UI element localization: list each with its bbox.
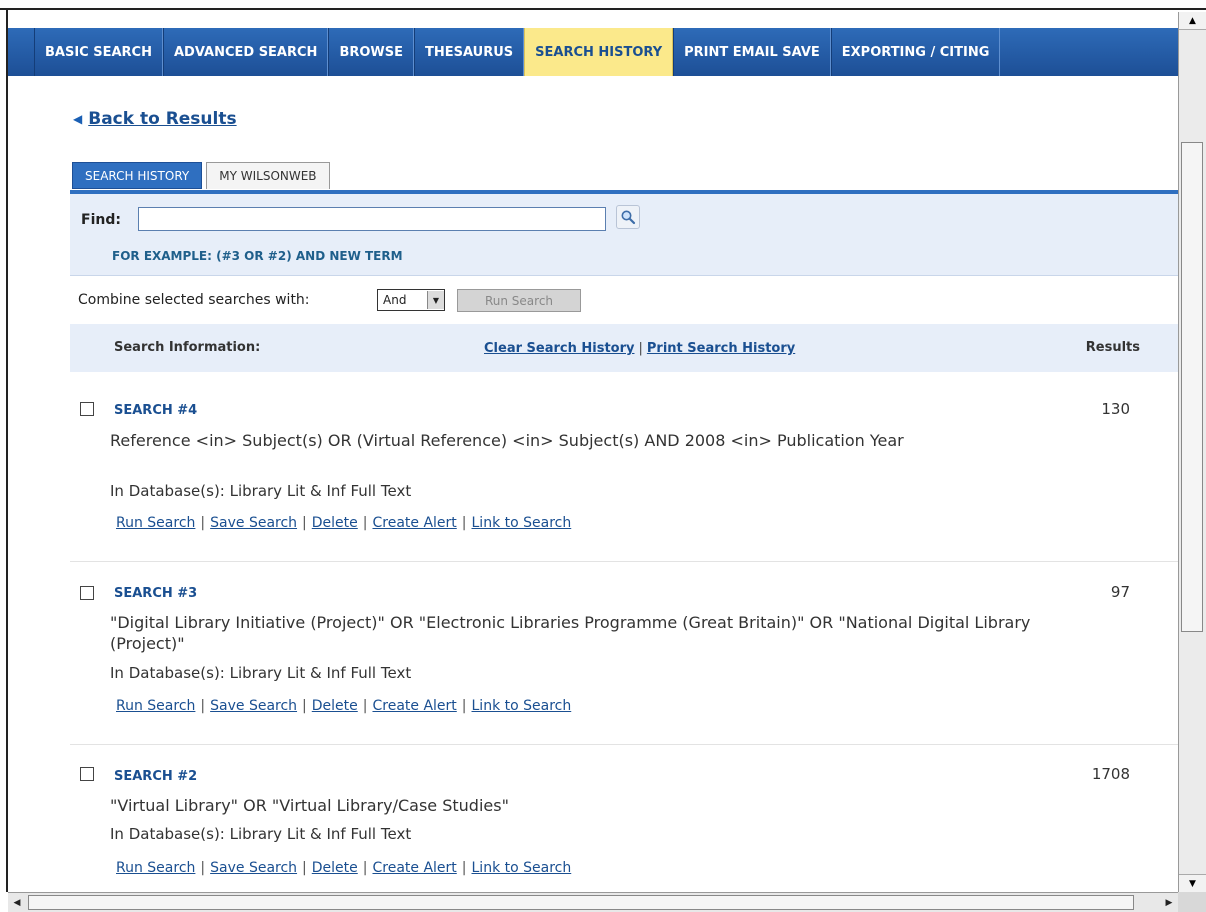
entry-checkbox[interactable] [80, 586, 94, 600]
nav-tab-search-history[interactable]: SEARCH HISTORY [524, 28, 674, 76]
results-heading: Results [1085, 340, 1140, 355]
history-entry: SEARCH #4 130 Reference <in> Subject(s) … [70, 372, 1178, 562]
print-search-history-link[interactable]: Print Search History [647, 341, 795, 356]
back-to-results: ◀ Back to Results [73, 109, 237, 129]
entry-query: "Digital Library Initiative (Project)" O… [110, 613, 1031, 653]
nav-tab-thesaurus[interactable]: THESAURUS [414, 28, 525, 76]
find-label: Find: [81, 212, 121, 228]
horizontal-scroll-thumb[interactable] [28, 895, 1134, 910]
tab-search-history[interactable]: SEARCH HISTORY [72, 162, 203, 189]
run-search-link[interactable]: Run Search [116, 860, 195, 876]
link-to-search-link[interactable]: Link to Search [472, 860, 572, 876]
create-alert-link[interactable]: Create Alert [372, 698, 456, 714]
save-search-link[interactable]: Save Search [210, 860, 297, 876]
nav-tab-exporting-citing[interactable]: EXPORTING / CITING [830, 28, 1001, 76]
link-to-search-link[interactable]: Link to Search [472, 515, 572, 531]
action-separator: | [461, 515, 467, 531]
combine-operator-value: And [383, 293, 407, 307]
inner-tabs: SEARCH HISTORY MY WILSONWEB [72, 162, 330, 189]
delete-link[interactable]: Delete [312, 515, 358, 531]
history-entry: SEARCH #3 97 "Digital Library Initiative… [70, 562, 1178, 745]
run-search-link[interactable]: Run Search [116, 515, 195, 531]
vertical-scroll-thumb[interactable] [1181, 142, 1203, 632]
scroll-left-icon[interactable]: ◀ [8, 893, 26, 912]
entry-title[interactable]: SEARCH #3 [114, 586, 197, 601]
combine-label: Combine selected searches with: [78, 292, 310, 308]
horizontal-scrollbar[interactable]: ◀ ▶ [8, 892, 1178, 912]
action-separator: | [302, 698, 307, 714]
action-separator: | [200, 515, 206, 531]
nav-tab-basic-search[interactable]: BASIC SEARCH [34, 28, 163, 76]
entry-database: In Database(s): Library Lit & Inf Full T… [110, 482, 412, 500]
save-search-link[interactable]: Save Search [210, 698, 297, 714]
action-separator: | [461, 698, 467, 714]
entry-checkbox[interactable] [80, 402, 94, 416]
delete-link[interactable]: Delete [312, 860, 358, 876]
window-top-border [0, 0, 1206, 10]
chevron-down-icon[interactable]: ▼ [427, 291, 444, 309]
run-combined-search-button[interactable]: Run Search [457, 289, 581, 312]
scrollbar-corner [1178, 892, 1206, 912]
back-to-results-link[interactable]: Back to Results [88, 109, 236, 129]
history-entry: SEARCH #2 1708 "Virtual Library" OR "Vir… [70, 745, 1178, 892]
entry-checkbox[interactable] [80, 767, 94, 781]
triangle-left-icon: ◀ [73, 112, 83, 126]
entry-database: In Database(s): Library Lit & Inf Full T… [110, 664, 412, 682]
nav-tab-advanced-search[interactable]: ADVANCED SEARCH [162, 28, 329, 76]
action-separator: | [362, 698, 368, 714]
create-alert-link[interactable]: Create Alert [372, 515, 456, 531]
top-navigation-bar: BASIC SEARCH ADVANCED SEARCH BROWSE THES… [8, 28, 1178, 76]
magnifier-icon [621, 210, 636, 225]
find-panel: Find: FOR EXAMPLE: (#3 OR #2) AND NEW TE… [70, 194, 1178, 276]
scroll-up-icon[interactable]: ▲ [1179, 12, 1206, 30]
action-separator: | [302, 860, 307, 876]
clear-search-history-link[interactable]: Clear Search History [484, 341, 634, 356]
history-header-row: Search Information: Clear Search History… [70, 324, 1178, 372]
action-separator: | [200, 698, 206, 714]
combine-operator-select[interactable]: And ▼ [377, 289, 445, 311]
scroll-down-icon[interactable]: ▼ [1179, 874, 1206, 892]
search-information-heading: Search Information: [114, 340, 261, 355]
entry-title[interactable]: SEARCH #2 [114, 769, 197, 784]
action-separator: | [362, 860, 368, 876]
save-search-link[interactable]: Save Search [210, 515, 297, 531]
run-search-link[interactable]: Run Search [116, 698, 195, 714]
entry-result-count: 130 [1101, 400, 1130, 418]
tab-my-wilsonweb[interactable]: MY WILSONWEB [206, 162, 330, 189]
action-separator: | [362, 515, 368, 531]
combine-row: Combine selected searches with: And ▼ Ru… [70, 276, 1178, 324]
header-links: Clear Search History | Print Search Histor… [484, 341, 795, 356]
delete-link[interactable]: Delete [312, 698, 358, 714]
create-alert-link[interactable]: Create Alert [372, 860, 456, 876]
vertical-scrollbar[interactable]: ▲ ▼ [1178, 12, 1206, 892]
entry-result-count: 97 [1110, 583, 1130, 601]
nav-tab-print-email-save[interactable]: PRINT EMAIL SAVE [673, 28, 831, 76]
entry-result-count: 1708 [1091, 765, 1130, 783]
link-to-search-link[interactable]: Link to Search [472, 698, 572, 714]
action-separator: | [461, 860, 467, 876]
find-input[interactable] [138, 207, 606, 231]
entry-title[interactable]: SEARCH #4 [114, 403, 197, 418]
window-left-border [6, 10, 8, 892]
action-separator: | [302, 515, 307, 531]
find-example-text: FOR EXAMPLE: (#3 OR #2) AND NEW TERM [112, 249, 403, 263]
header-separator: | [638, 341, 643, 356]
nav-tab-browse[interactable]: BROWSE [328, 28, 414, 76]
entry-actions: Run Search | Save Search | Delete | Create Ale… [116, 515, 571, 531]
entry-database: In Database(s): Library Lit & Inf Full T… [110, 825, 412, 843]
entry-actions: Run Search | Save Search | Delete | Create Ale… [116, 860, 571, 876]
scroll-right-icon[interactable]: ▶ [1160, 893, 1178, 912]
action-separator: | [200, 860, 206, 876]
entry-query: "Virtual Library" OR "Virtual Library/Ca… [110, 796, 509, 815]
find-search-button[interactable] [616, 205, 640, 229]
entry-actions: Run Search | Save Search | Delete | Create Ale… [116, 698, 571, 714]
entry-query: Reference <in> Subject(s) OR (Virtual Re… [110, 431, 904, 450]
